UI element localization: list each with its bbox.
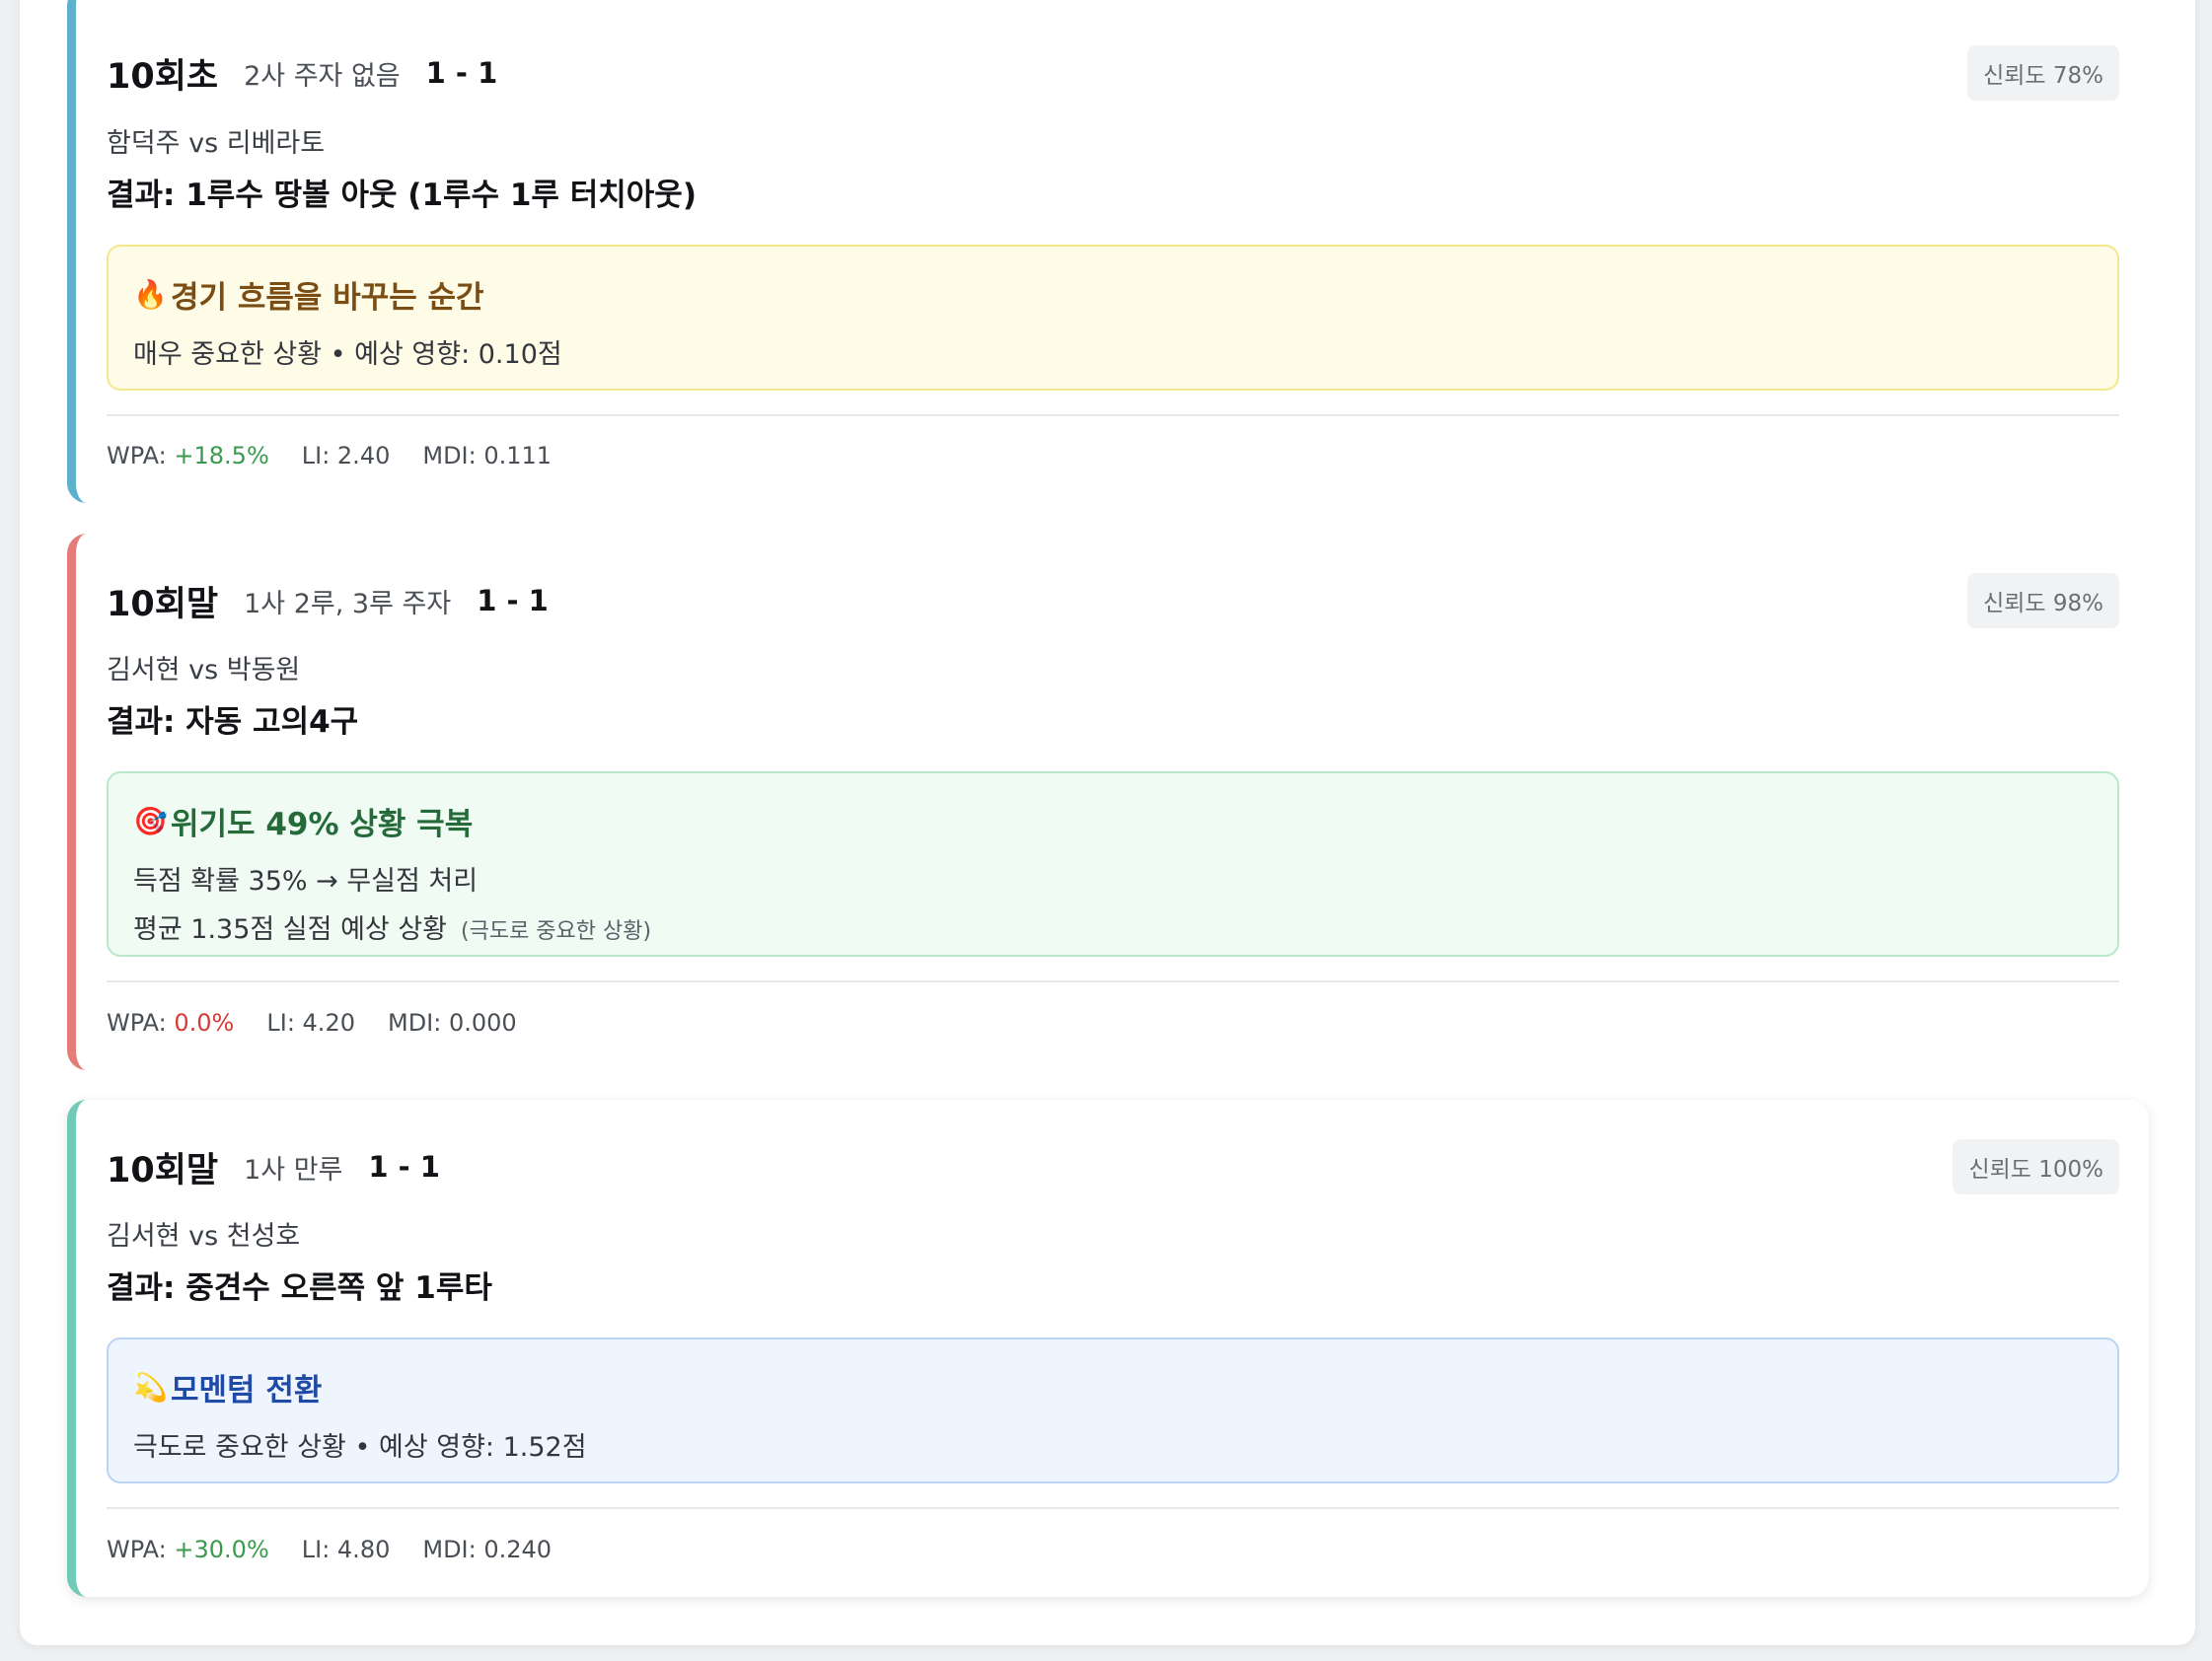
highlight-title: 🎯 위기도 49% 상황 극복 [133, 799, 2093, 843]
matchup: 김서현 vs 박동원 [107, 655, 301, 686]
inning-label: 10회말 [107, 584, 219, 624]
matchup: 함덕주 vs 리베라토 [107, 128, 326, 159]
li-stat: LI: 2.40 [301, 442, 391, 469]
highlight-box: 🔥 경기 흐름을 바꾸는 순간 매우 중요한 상황 • 예상 영향: 0.10점 [107, 245, 2119, 391]
base-situation: 1사 만루 [244, 1154, 343, 1186]
highlight-note: (극도로 중요한 상황) [461, 919, 652, 944]
play-result: 결과: 중견수 오른쪽 앞 1루타 [107, 1270, 492, 1306]
confidence-badge: 신뢰도 100% [1953, 1139, 2119, 1194]
li-stat: LI: 4.20 [266, 1009, 355, 1037]
dizzy-icon: 💫 [133, 1371, 168, 1404]
base-situation: 1사 2루, 3루 주자 [244, 588, 452, 619]
wpa-value: +30.0% [174, 1536, 269, 1563]
play-card-header: 10회말 1사 2루, 3루 주자 1 - 1 신뢰도 98% [107, 573, 2119, 628]
wpa-stat: WPA: +18.5% [107, 442, 269, 469]
score: 1 - 1 [477, 584, 549, 617]
wpa-stat: WPA: +30.0% [107, 1536, 269, 1563]
play-result: 결과: 1루수 땅볼 아웃 (1루수 1루 터치아웃) [107, 178, 697, 213]
mdi-stat: MDI: 0.000 [387, 1009, 517, 1037]
highlight-detail: 매우 중요한 상황 • 예상 영향: 0.10점 [133, 339, 562, 370]
confidence-badge: 신뢰도 78% [1967, 45, 2119, 101]
wpa-stat: WPA: 0.0% [107, 1009, 234, 1037]
highlight-box: 🎯 위기도 49% 상황 극복 득점 확률 35% → 무실점 처리 평균 1.… [107, 771, 2119, 957]
highlight-detail-2: 평균 1.35점 실점 예상 상황 (극도로 중요한 상황) [133, 907, 2093, 946]
mdi-stat: MDI: 0.240 [422, 1536, 553, 1563]
highlight-title-text: 경기 흐름을 바꾸는 순간 [171, 280, 484, 316]
wpa-label: WPA: [107, 442, 167, 469]
highlight-title: 🔥 경기 흐름을 바꾸는 순간 [133, 272, 2093, 317]
target-icon: 🎯 [133, 805, 168, 837]
highlight-title-text: 모멘텀 전환 [171, 1373, 323, 1408]
confidence-badge: 신뢰도 98% [1967, 573, 2119, 628]
inning-label: 10회초 [107, 56, 219, 97]
highlight-detail: 극도로 중요한 상황 • 예상 영향: 1.52점 [133, 1432, 587, 1463]
play-result: 결과: 자동 고의4구 [107, 704, 359, 740]
highlight-detail: 득점 확률 35% → 무실점 처리 [133, 866, 479, 897]
wpa-value: +18.5% [174, 442, 269, 469]
stats-row: WPA: +30.0% LI: 4.80 MDI: 0.240 [107, 1536, 584, 1563]
wpa-label: WPA: [107, 1536, 167, 1563]
base-situation: 2사 주자 없음 [244, 60, 401, 92]
stats-row: WPA: 0.0% LI: 4.20 MDI: 0.000 [107, 1009, 550, 1037]
score: 1 - 1 [425, 56, 498, 90]
play-card-header: 10회초 2사 주자 없음 1 - 1 신뢰도 78% [107, 45, 2119, 101]
highlight-title: 💫 모멘텀 전환 [133, 1365, 2093, 1409]
highlight-title-text: 위기도 49% 상황 극복 [171, 807, 474, 842]
highlight-box: 💫 모멘텀 전환 극도로 중요한 상황 • 예상 영향: 1.52점 [107, 1337, 2119, 1483]
play-card: 10회초 2사 주자 없음 1 - 1 신뢰도 78% 함덕주 vs 리베라토 … [67, 0, 2149, 503]
matchup: 김서현 vs 천성호 [107, 1221, 301, 1252]
mdi-stat: MDI: 0.111 [422, 442, 553, 469]
divider [107, 980, 2119, 982]
inning-label: 10회말 [107, 1150, 219, 1191]
divider [107, 414, 2119, 416]
play-card: 10회말 1사 만루 1 - 1 신뢰도 100% 김서현 vs 천성호 결과:… [67, 1100, 2149, 1597]
score: 1 - 1 [368, 1150, 440, 1184]
stats-row: WPA: +18.5% LI: 2.40 MDI: 0.111 [107, 442, 584, 469]
fire-icon: 🔥 [133, 278, 168, 311]
li-stat: LI: 4.80 [301, 1536, 391, 1563]
divider [107, 1507, 2119, 1509]
play-card-header: 10회말 1사 만루 1 - 1 신뢰도 100% [107, 1139, 2119, 1194]
wpa-value: 0.0% [174, 1009, 235, 1037]
highlight-detail-2-text: 평균 1.35점 실점 예상 상황 [133, 914, 448, 945]
wpa-label: WPA: [107, 1009, 167, 1037]
play-card: 10회말 1사 2루, 3루 주자 1 - 1 신뢰도 98% 김서현 vs 박… [67, 534, 2149, 1070]
